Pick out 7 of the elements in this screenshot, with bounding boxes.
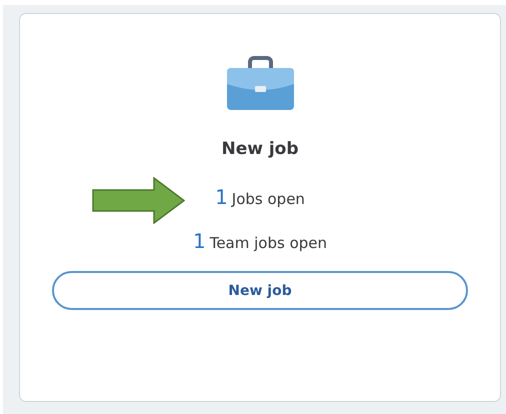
new-job-button[interactable]: New job xyxy=(52,271,468,310)
briefcase-icon xyxy=(226,56,294,110)
stat-label: Jobs open xyxy=(232,190,305,208)
stat-count: 1 xyxy=(192,229,206,253)
stat-label: Team jobs open xyxy=(210,234,328,252)
card-title: New job xyxy=(221,139,299,159)
stat-count: 1 xyxy=(215,185,228,209)
